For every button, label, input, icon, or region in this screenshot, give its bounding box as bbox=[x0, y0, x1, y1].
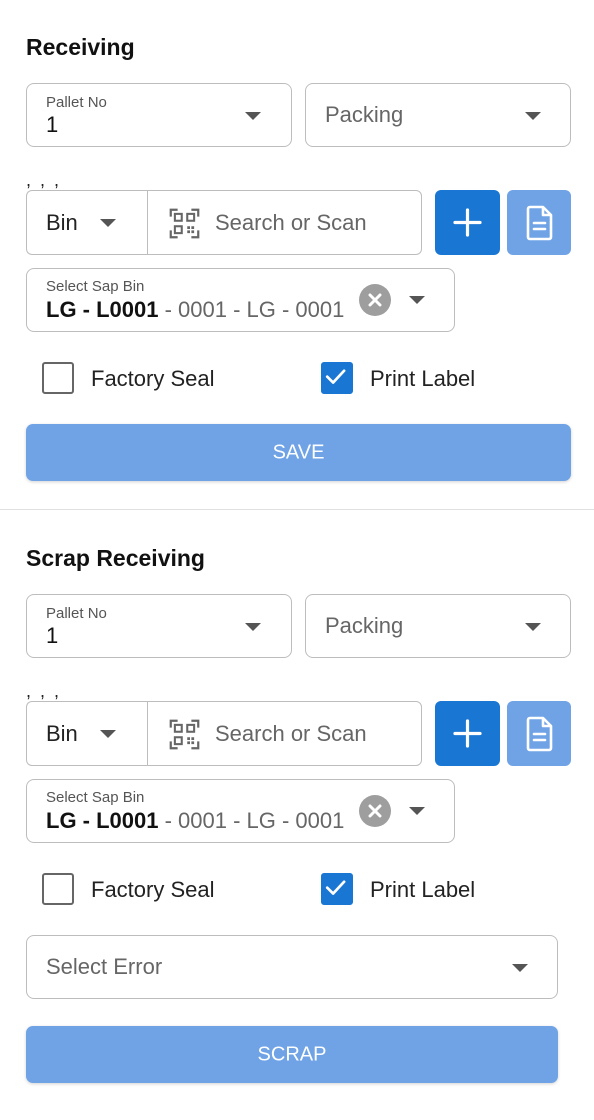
document-icon bbox=[526, 716, 553, 752]
plus-icon bbox=[453, 208, 482, 237]
clear-icon[interactable] bbox=[359, 284, 391, 316]
scrap-packing-select[interactable]: Packing bbox=[305, 594, 571, 658]
checkmark-icon bbox=[325, 880, 346, 895]
packing-placeholder: Packing bbox=[325, 102, 404, 127]
chevron-down-icon bbox=[100, 219, 116, 227]
section-divider bbox=[0, 509, 594, 510]
search-input[interactable]: Search or Scan bbox=[147, 190, 422, 255]
search-placeholder: Search or Scan bbox=[215, 720, 367, 746]
chevron-down-icon bbox=[100, 730, 116, 738]
sap-bin-label: Select Sap Bin bbox=[46, 789, 145, 806]
packing-select[interactable]: Packing bbox=[305, 83, 571, 147]
clear-icon[interactable] bbox=[359, 795, 391, 827]
chevron-down-icon bbox=[245, 112, 261, 120]
pallet-no-select[interactable]: Pallet No 1 bbox=[26, 83, 292, 147]
scrap-add-button[interactable] bbox=[435, 701, 500, 766]
pallet-no-label: Pallet No bbox=[46, 605, 107, 622]
sap-bin-label: Select Sap Bin bbox=[46, 278, 145, 295]
packing-placeholder: Packing bbox=[325, 613, 404, 638]
search-placeholder: Search or Scan bbox=[215, 209, 367, 235]
scrap-document-button[interactable] bbox=[507, 701, 571, 766]
pallet-no-label: Pallet No bbox=[46, 94, 107, 111]
chevron-down-icon bbox=[525, 623, 541, 631]
select-error-dropdown[interactable]: Select Error bbox=[26, 935, 558, 999]
pallet-no-value: 1 bbox=[46, 112, 59, 137]
comma-text: , , , bbox=[26, 170, 62, 190]
comma-text: , , , bbox=[26, 681, 62, 701]
select-error-placeholder: Select Error bbox=[46, 954, 163, 979]
sap-bin-value: LG - L0001 - 0001 - LG - 0001 bbox=[46, 808, 345, 833]
print-label-checkbox[interactable] bbox=[321, 362, 353, 394]
chevron-down-icon bbox=[525, 112, 541, 120]
scrap-receiving-title: Scrap Receiving bbox=[26, 545, 205, 571]
scrap-sap-bin-select[interactable]: Select Sap Bin LG - L0001 - 0001 - LG - … bbox=[26, 779, 455, 843]
sap-bin-value: LG - L0001 - 0001 - LG - 0001 bbox=[46, 297, 345, 322]
bin-label: Bin bbox=[46, 209, 78, 235]
sap-bin-select[interactable]: Select Sap Bin LG - L0001 - 0001 - LG - … bbox=[26, 268, 455, 332]
bin-select[interactable]: Bin bbox=[26, 190, 148, 255]
chevron-down-icon bbox=[512, 964, 528, 972]
scrap-pallet-no-select[interactable]: Pallet No 1 bbox=[26, 594, 292, 658]
checkmark-icon bbox=[325, 369, 346, 384]
bin-label: Bin bbox=[46, 720, 78, 746]
qr-scan-icon bbox=[169, 719, 200, 750]
plus-icon bbox=[453, 719, 482, 748]
factory-seal-label: Factory Seal bbox=[91, 366, 215, 391]
document-icon bbox=[526, 205, 553, 241]
scrap-search-input[interactable]: Search or Scan bbox=[147, 701, 422, 766]
print-label-label: Print Label bbox=[370, 366, 476, 391]
scrap-bin-select[interactable]: Bin bbox=[26, 701, 148, 766]
qr-scan-icon bbox=[169, 208, 200, 239]
print-label-label: Print Label bbox=[370, 877, 476, 902]
receiving-title: Receiving bbox=[26, 34, 135, 60]
document-button[interactable] bbox=[507, 190, 571, 255]
scrap-factory-seal-checkbox[interactable] bbox=[42, 873, 74, 905]
factory-seal-label: Factory Seal bbox=[91, 877, 215, 902]
add-button[interactable] bbox=[435, 190, 500, 255]
factory-seal-checkbox[interactable] bbox=[42, 362, 74, 394]
scrap-print-label-checkbox[interactable] bbox=[321, 873, 353, 905]
chevron-down-icon bbox=[409, 807, 425, 815]
save-button[interactable]: SAVE bbox=[26, 424, 571, 481]
scrap-button[interactable]: SCRAP bbox=[26, 1026, 558, 1083]
pallet-no-value: 1 bbox=[46, 623, 59, 648]
chevron-down-icon bbox=[245, 623, 261, 631]
chevron-down-icon bbox=[409, 296, 425, 304]
